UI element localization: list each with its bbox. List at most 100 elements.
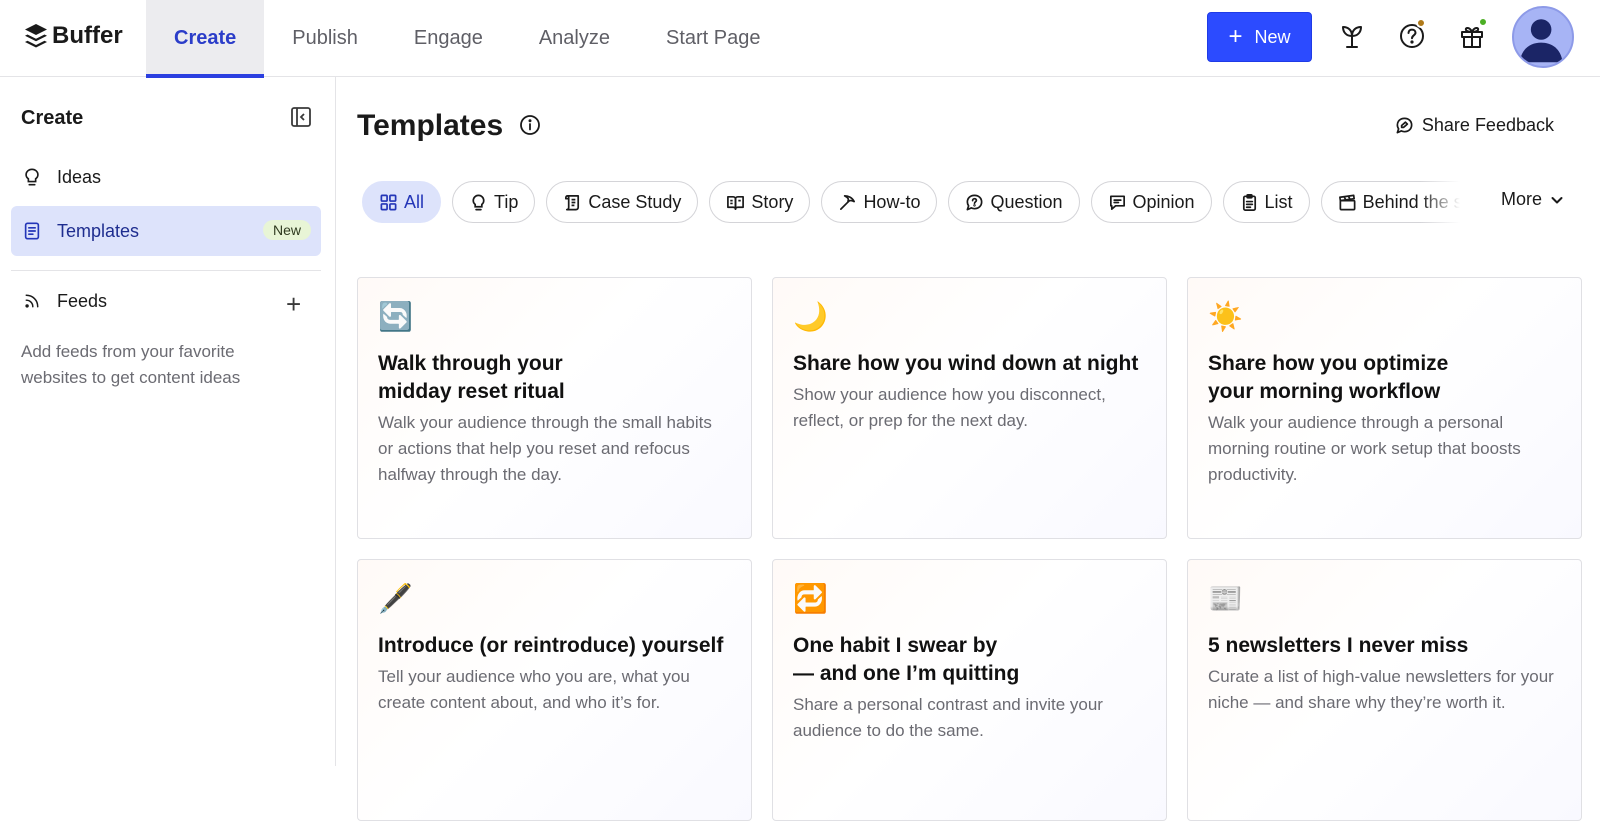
- repeat-icon: 🔁: [793, 583, 828, 614]
- nav-tab-label: Engage: [413, 27, 483, 49]
- gift-notification-dot: [1478, 17, 1488, 27]
- collapse-sidebar-icon[interactable]: [290, 106, 312, 128]
- filter-chips: All Tip Case Study Story How-to Question…: [362, 181, 1460, 225]
- card-title: Introduce (or reintroduce) yourself: [378, 634, 724, 657]
- question-bubble-icon: [966, 194, 983, 210]
- chip-label: List: [1264, 191, 1293, 212]
- nav-tab-engage[interactable]: Engage: [386, 0, 511, 77]
- filter-chip-question[interactable]: Question: [948, 181, 1080, 223]
- template-card[interactable]: 🔄 Walk through your midday reset ritual …: [357, 277, 752, 539]
- buffer-logo[interactable]: Buffer: [24, 22, 123, 50]
- main-content: Templates Share Feedback All Tip Case St…: [337, 77, 1600, 821]
- card-title: Share how you optimize your morning work…: [1208, 352, 1449, 403]
- lightbulb-icon: [472, 194, 485, 210]
- card-description: Show your audience how you disconnect, r…: [793, 385, 1106, 430]
- reset-arrows-icon: 🔄: [378, 301, 413, 332]
- chip-label: Tip: [494, 191, 519, 212]
- filter-chip-case-study[interactable]: Case Study: [546, 181, 699, 223]
- template-card[interactable]: 🌙 Share how you wind down at night Show …: [772, 277, 1167, 539]
- share-feedback-button[interactable]: Share Feedback: [1395, 115, 1554, 136]
- sidebar-item-label: Templates: [57, 220, 140, 241]
- grid-icon: [380, 194, 397, 210]
- filter-chip-behind-the-scenes[interactable]: Behind the scenes: [1320, 181, 1460, 223]
- nav-tab-publish[interactable]: Publish: [264, 0, 386, 77]
- newspaper-icon: 📰: [1208, 583, 1243, 614]
- help-icon[interactable]: [1396, 18, 1428, 52]
- sidebar-divider: [11, 270, 321, 271]
- new-badge: New: [262, 220, 311, 240]
- template-card[interactable]: ☀️ Share how you optimize your morning w…: [1187, 277, 1582, 539]
- template-card[interactable]: 🖋️ Introduce (or reintroduce) yourself T…: [357, 559, 752, 821]
- filter-chip-list[interactable]: List: [1222, 181, 1310, 223]
- sprout-icon[interactable]: [1336, 20, 1368, 52]
- book-icon: [727, 195, 745, 210]
- add-feed-plus-icon[interactable]: +: [286, 289, 301, 320]
- card-title: Walk through your midday reset ritual: [378, 352, 565, 403]
- card-description: Tell your audience who you are, what you…: [378, 667, 690, 712]
- lightbulb-icon: [21, 166, 43, 188]
- card-description: Share a personal contrast and invite you…: [793, 695, 1103, 740]
- chevron-down-icon: [1551, 196, 1563, 203]
- brand-name: Buffer: [52, 22, 123, 49]
- feeds-help-text: Add feeds from your favorite websites to…: [21, 342, 241, 387]
- page-title: Templates: [357, 109, 504, 142]
- pen-icon: 🖋️: [378, 583, 413, 614]
- nav-tab-label: Create: [174, 27, 237, 49]
- sidebar-item-ideas[interactable]: Ideas: [11, 152, 321, 202]
- user-avatar-icon: [1519, 19, 1563, 63]
- top-bar: Buffer Create Publish Engage Analyze Sta…: [0, 0, 1600, 78]
- new-button-label: New: [1254, 26, 1291, 47]
- card-title: 5 newsletters I never miss: [1208, 634, 1469, 657]
- nav-tab-create[interactable]: Create: [146, 0, 265, 78]
- chip-label: Behind the scenes: [1362, 191, 1460, 212]
- plus-icon: +: [1228, 23, 1243, 50]
- filter-chip-how-to[interactable]: How-to: [821, 181, 938, 223]
- sidebar-item-label: Feeds: [57, 290, 108, 311]
- filter-chip-opinion[interactable]: Opinion: [1090, 181, 1212, 223]
- chip-label: All: [404, 191, 425, 212]
- pickaxe-icon: [840, 194, 856, 210]
- nav-tab-analyze[interactable]: Analyze: [511, 0, 638, 77]
- feedback-bubble-icon: [1396, 117, 1413, 134]
- template-cards: 🔄 Walk through your midday reset ritual …: [357, 277, 1583, 821]
- template-card[interactable]: 📰 5 newsletters I never miss Curate a li…: [1187, 559, 1582, 821]
- nav-tab-label: Start Page: [666, 27, 761, 49]
- moon-icon: 🌙: [793, 301, 828, 332]
- sun-icon: ☀️: [1208, 301, 1243, 332]
- more-filters-button[interactable]: More: [1501, 189, 1564, 210]
- sidebar-item-feeds[interactable]: Feeds: [11, 276, 321, 326]
- more-label: More: [1501, 189, 1543, 209]
- card-description: Walk your audience through the small hab…: [378, 413, 712, 484]
- new-button[interactable]: + New: [1207, 12, 1312, 62]
- chip-label: How-to: [863, 191, 921, 212]
- sidebar-title: Create: [21, 107, 84, 129]
- filter-chip-story[interactable]: Story: [709, 181, 811, 223]
- buffer-logo-icon: [25, 24, 47, 48]
- avatar[interactable]: [1512, 6, 1574, 68]
- sidebar-item-label: Ideas: [57, 166, 102, 187]
- document-icon: [21, 220, 43, 242]
- nav-tab-label: Publish: [292, 27, 358, 49]
- gift-icon[interactable]: [1456, 17, 1488, 52]
- filter-chip-all[interactable]: All: [362, 181, 442, 223]
- nav-tab-start-page[interactable]: Start Page: [638, 0, 789, 77]
- filter-chip-tip[interactable]: Tip: [452, 181, 536, 223]
- chip-label: Question: [990, 191, 1063, 212]
- template-card[interactable]: 🔁 One habit I swear by — and one I’m qui…: [772, 559, 1167, 821]
- info-icon[interactable]: [519, 114, 541, 136]
- chip-label: Case Study: [588, 191, 682, 212]
- nav-tab-label: Analyze: [538, 27, 610, 49]
- card-title: Share how you wind down at night: [793, 352, 1139, 375]
- clapperboard-icon: [1338, 194, 1356, 210]
- rss-icon: [21, 290, 43, 312]
- sidebar-item-templates[interactable]: Templates New: [11, 206, 321, 256]
- chip-label: Story: [751, 191, 794, 212]
- card-description: Curate a list of high-value newsletters …: [1208, 667, 1554, 712]
- main-nav: Create Publish Engage Analyze Start Page: [146, 0, 789, 78]
- help-notification-dot: [1416, 18, 1426, 28]
- card-description: Walk your audience through a personal mo…: [1208, 413, 1521, 484]
- share-feedback-label: Share Feedback: [1421, 115, 1554, 135]
- scroll-icon: [565, 194, 580, 210]
- clipboard-icon: [1242, 193, 1256, 211]
- card-title: One habit I swear by — and one I’m quitt…: [793, 634, 1020, 685]
